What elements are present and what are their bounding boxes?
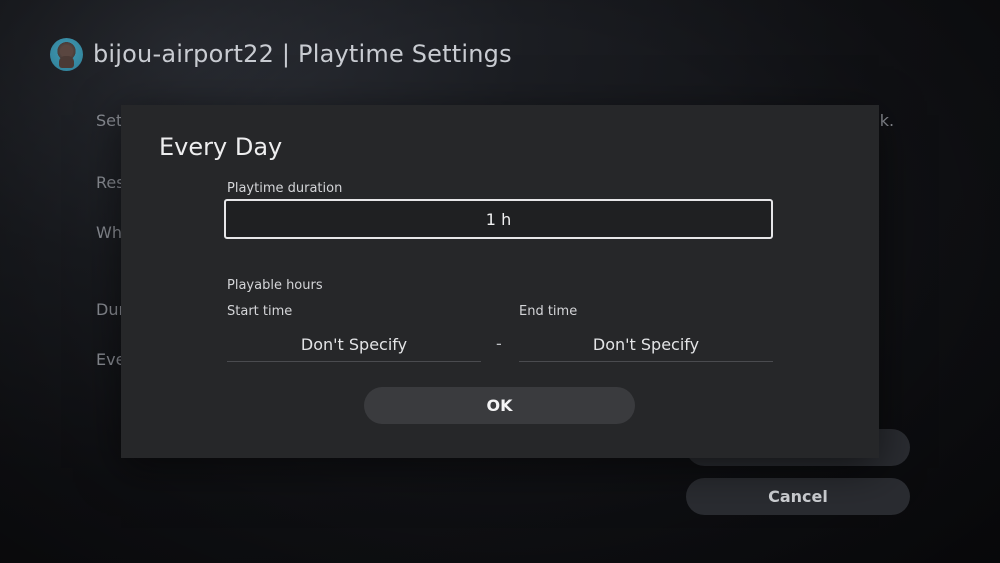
playtime-duration-label: Playtime duration: [227, 181, 343, 196]
avatar: [50, 37, 83, 71]
playtime-duration-value: 1 h: [485, 209, 512, 229]
start-time-value: Don't Specify: [300, 334, 408, 354]
end-time-value: Don't Specify: [592, 334, 700, 354]
dialog-title: Every Day: [159, 133, 283, 161]
playable-hours-label: Playable hours: [227, 278, 323, 293]
start-time-select[interactable]: Don't Specify: [227, 327, 481, 362]
ok-button[interactable]: OK: [364, 387, 635, 424]
end-time-label: End time: [519, 304, 578, 319]
end-time-select[interactable]: Don't Specify: [519, 327, 773, 362]
bg-description-text: Set: [96, 111, 123, 130]
cancel-button[interactable]: Cancel: [686, 478, 910, 515]
page-header: bijou-airport22 | Playtime Settings: [50, 36, 512, 72]
avatar-figure-body: [59, 55, 74, 68]
playtime-duration-field[interactable]: 1 h: [224, 199, 773, 239]
start-time-label: Start time: [227, 304, 293, 319]
bg-setting-when: Wh: [96, 223, 122, 242]
page-title: bijou-airport22 | Playtime Settings: [93, 40, 512, 68]
every-day-dialog: Every Day Playtime duration 1 h Playable…: [121, 105, 879, 458]
time-range-separator: -: [496, 334, 502, 353]
